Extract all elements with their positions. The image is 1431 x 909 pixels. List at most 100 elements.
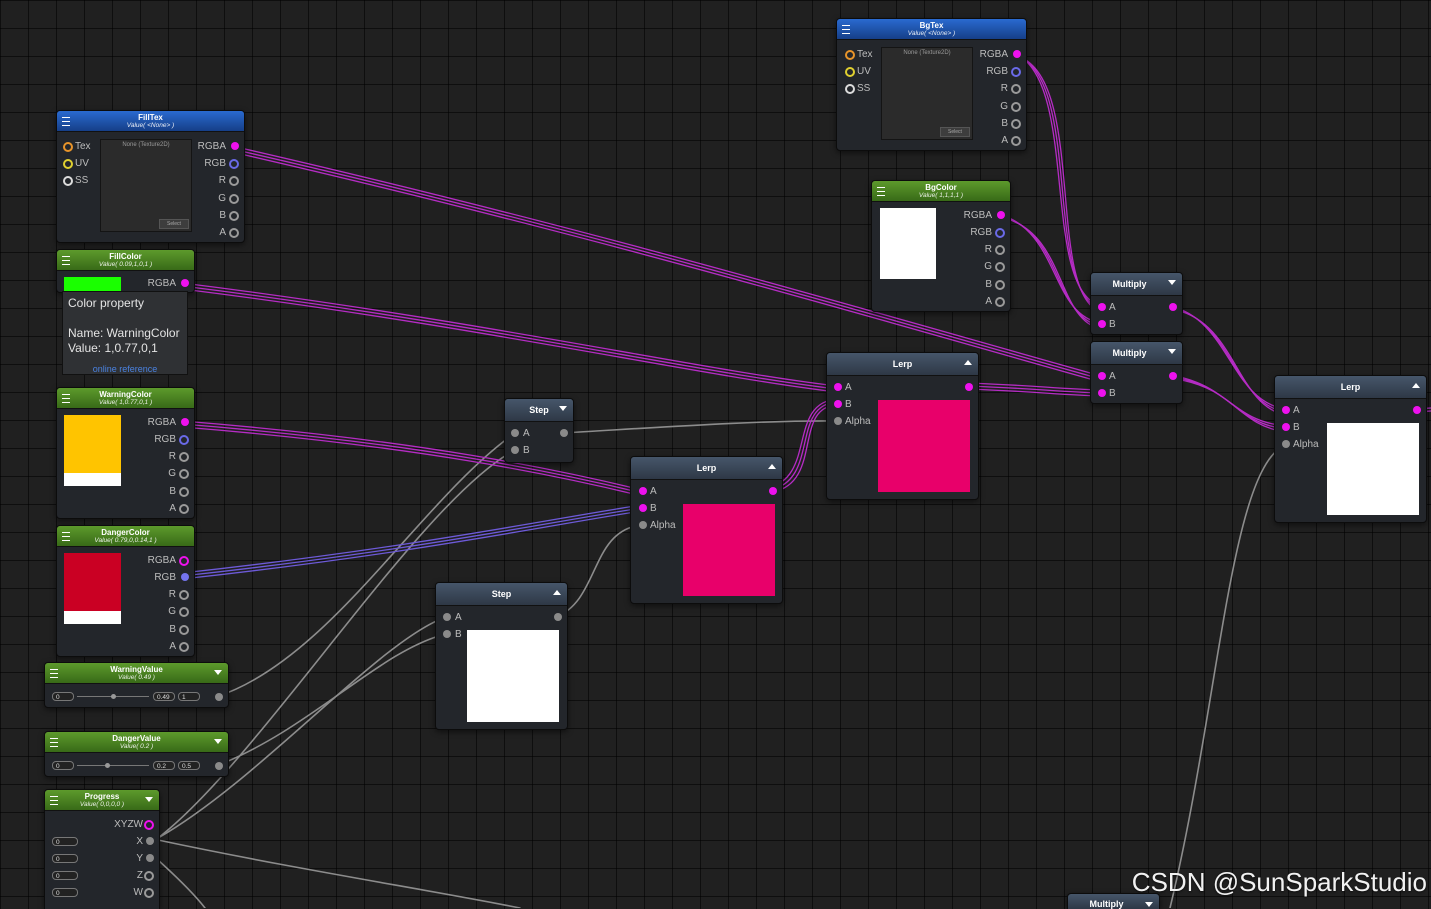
node-bgtex[interactable]: BgTex Value( <None> ) Tex UV SS None (Te… [836,18,1027,151]
collapse-icon[interactable] [559,406,567,411]
slider-track[interactable] [77,765,149,766]
port-a-icon[interactable] [179,642,189,652]
x-field[interactable]: 0 [52,837,78,846]
select-button[interactable]: Select [159,219,189,229]
min-field[interactable]: 0 [52,761,74,770]
port-xyzw-icon[interactable] [144,820,154,830]
node-header[interactable]: Lerp [631,457,782,480]
color-swatch[interactable] [64,553,121,611]
port-a-icon[interactable] [1011,136,1021,146]
node-header[interactable]: BgTex Value( <None> ) [837,19,1026,40]
port-g-icon[interactable] [1011,102,1021,112]
port-g-icon[interactable] [995,262,1005,272]
output-port-icon[interactable] [560,429,568,437]
port-b-icon[interactable] [443,630,451,638]
node-step-2[interactable]: Step A B [435,582,568,730]
port-b-icon[interactable] [639,504,647,512]
node-bgcolor[interactable]: BgColor Value( 1,1,1,1 ) RGBA RGB R G B … [871,180,1011,312]
port-r-icon[interactable] [995,245,1005,255]
node-fillcolor[interactable]: FillColor Value( 0.09,1,0,1 ) RGBA [56,249,195,293]
collapse-icon[interactable] [214,739,222,744]
max-field[interactable]: 0.5 [178,761,200,770]
online-reference-link[interactable]: online reference [68,362,182,377]
max-field[interactable]: 1 [178,692,200,701]
collapse-icon[interactable] [1168,280,1176,285]
port-w-icon[interactable] [144,888,154,898]
port-rgba-icon[interactable] [231,142,239,150]
port-alpha-icon[interactable] [1282,440,1290,448]
port-a-icon[interactable] [1098,303,1106,311]
collapse-icon[interactable] [145,797,153,802]
port-a-icon[interactable] [511,429,519,437]
port-b-icon[interactable] [1282,423,1290,431]
output-port-icon[interactable] [215,693,223,701]
select-button[interactable]: Select [940,127,970,137]
node-lerp-3[interactable]: Lerp A B Alpha [1274,375,1427,523]
port-alpha-icon[interactable] [639,521,647,529]
port-tex-icon[interactable] [63,142,73,152]
port-rgba-icon[interactable] [179,556,189,566]
node-lerp-1[interactable]: Lerp A B Alpha [630,456,783,604]
port-b-icon[interactable] [179,625,189,635]
port-a-icon[interactable] [229,228,239,238]
node-multiply-2[interactable]: Multiply A B [1090,341,1183,404]
min-field[interactable]: 0 [52,692,74,701]
port-alpha-icon[interactable] [834,417,842,425]
port-y-icon[interactable] [146,854,154,862]
port-r-icon[interactable] [179,452,189,462]
expand-icon[interactable] [1412,383,1420,388]
z-field[interactable]: 0 [52,871,78,880]
collapse-icon[interactable] [214,670,222,675]
node-multiply-1[interactable]: Multiply A B [1090,272,1183,335]
collapse-icon[interactable] [1168,349,1176,354]
w-field[interactable]: 0 [52,888,78,897]
slider-handle[interactable] [111,694,116,699]
slider-handle[interactable] [105,763,110,768]
port-uv-icon[interactable] [63,159,73,169]
port-b-icon[interactable] [229,211,239,221]
color-swatch[interactable] [880,208,936,279]
port-a-icon[interactable] [179,504,189,514]
node-warningcolor[interactable]: WarningColor Value( 1,0.77,0,1 ) RGBA RG… [56,387,195,519]
port-b-icon[interactable] [1011,119,1021,129]
port-a-icon[interactable] [834,383,842,391]
node-dangercolor[interactable]: DangerColor Value( 0.79,0,0.14,1 ) RGBA … [56,525,195,657]
port-ss-icon[interactable] [63,176,73,186]
port-g-icon[interactable] [179,469,189,479]
port-rgb-icon[interactable] [181,573,189,581]
node-dangervalue[interactable]: DangerValue Value( 0.2 ) 0 0.2 0.5 [44,731,229,777]
port-b-icon[interactable] [511,446,519,454]
port-a-icon[interactable] [1098,372,1106,380]
node-header[interactable]: Step [505,399,573,422]
port-rgb-icon[interactable] [229,159,239,169]
node-header[interactable]: Multiply [1091,273,1182,296]
port-rgb-icon[interactable] [995,228,1005,238]
node-header[interactable]: Lerp [1275,376,1426,399]
expand-icon[interactable] [768,464,776,469]
node-header[interactable]: WarningValue Value( 0.49 ) [45,663,228,684]
node-header[interactable]: Progress Value( 0,0,0,0 ) [45,790,159,811]
node-filltex[interactable]: FillTex Value( <None> ) Tex UV SS None (… [56,110,245,243]
port-b-icon[interactable] [1098,320,1106,328]
expand-icon[interactable] [553,590,561,595]
output-port-icon[interactable] [1413,406,1421,414]
node-header[interactable]: FillColor Value( 0.09,1,0,1 ) [57,250,194,271]
node-header[interactable]: FillTex Value( <None> ) [57,111,244,132]
node-header[interactable]: Lerp [827,353,978,376]
color-swatch[interactable] [64,415,121,473]
port-rgb-icon[interactable] [1011,67,1021,77]
texture-slot[interactable]: None (Texture2D) Select [881,47,973,140]
port-r-icon[interactable] [229,176,239,186]
expand-icon[interactable] [964,360,972,365]
node-header[interactable]: BgColor Value( 1,1,1,1 ) [872,181,1010,202]
port-r-icon[interactable] [1011,84,1021,94]
texture-slot[interactable]: None (Texture2D) Select [100,139,192,232]
collapse-icon[interactable] [1145,902,1153,907]
port-a-icon[interactable] [995,297,1005,307]
value-field[interactable]: 0.2 [153,761,175,770]
port-rgba-icon[interactable] [1013,50,1021,58]
port-rgb-icon[interactable] [179,435,189,445]
port-g-icon[interactable] [229,194,239,204]
node-header[interactable]: WarningColor Value( 1,0.77,0,1 ) [57,388,194,409]
port-x-icon[interactable] [146,837,154,845]
